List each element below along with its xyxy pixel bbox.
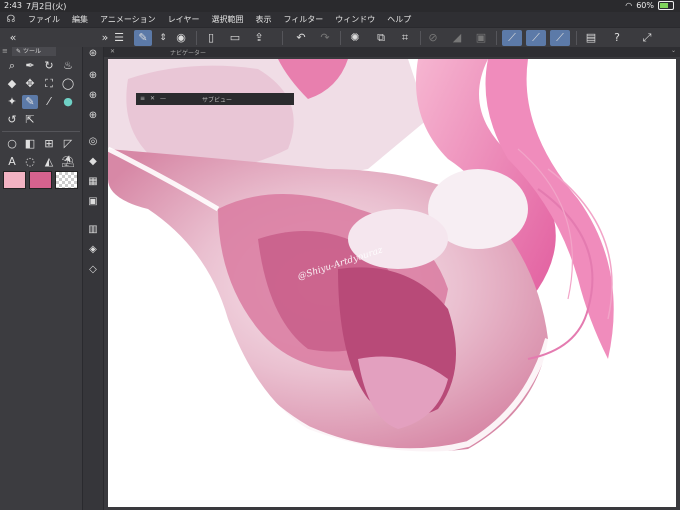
fill-bucket-icon[interactable]: ♨	[60, 59, 76, 73]
fullscreen-icon[interactable]: ⤢	[638, 30, 656, 46]
layers-icon[interactable]: ◇	[86, 263, 100, 277]
menu-selection[interactable]: 選択範囲	[205, 14, 249, 25]
transparent-color-swatch[interactable]	[55, 171, 78, 189]
gradient-icon[interactable]: ◧	[22, 137, 38, 151]
blend-icon[interactable]: ●	[60, 95, 76, 109]
crop-icon[interactable]: ▣	[472, 30, 490, 46]
eyedropper-icon[interactable]: ⁄	[41, 95, 57, 109]
battery-icon	[658, 1, 674, 10]
stroke-mode-1-icon[interactable]: ⟋	[502, 30, 522, 46]
menu-bar: ☊ ファイル 編集 アニメーション レイヤー 選択範囲 表示 フィルター ウィン…	[0, 12, 680, 27]
deselect-icon[interactable]: ⊘	[424, 30, 442, 46]
subview-minimize-icon[interactable]: —	[160, 95, 166, 102]
layer-search-icon[interactable]: ◈	[86, 243, 100, 257]
menu-animation[interactable]: アニメーション	[94, 14, 162, 25]
subview-panel[interactable]: ≡ ✕ — サブビュー	[136, 93, 294, 105]
main-color-swatch[interactable]	[3, 171, 26, 189]
menu-help[interactable]: ヘルプ	[381, 14, 417, 25]
paint-icon[interactable]: ◭	[41, 155, 57, 169]
subview-close-icon[interactable]: ✕	[150, 95, 155, 102]
frame-border-icon[interactable]: ⊞	[41, 137, 57, 151]
clear-icon[interactable]: ✺	[346, 30, 364, 46]
transform-icon[interactable]: ⌗	[396, 30, 414, 46]
command-bar: « » ☰ ✎ ⇕ ◉ ▯ ▭ ⇪ ↶ ↷ ✺ ⧉ ⌗ ⊘ ◢ ▣ ⟋ ⟋ ⟋ …	[0, 27, 680, 49]
color-set-icon[interactable]: ◆	[86, 155, 100, 169]
drawing-canvas[interactable]: @Shiyu-Artdyouraz	[108, 59, 676, 507]
intermediate-color-icon[interactable]: ▦	[86, 175, 100, 189]
operation-icon[interactable]: ⇱	[22, 113, 38, 127]
layer-property-icon[interactable]: ▥	[86, 223, 100, 237]
subview-tab-label[interactable]: サブビュー	[202, 95, 232, 104]
layer-copy-icon[interactable]: ⊕	[86, 89, 100, 103]
balloon-icon[interactable]: ◌	[22, 155, 38, 169]
navigator-tab-bar: ✕ ナビゲーター ⌄	[104, 47, 680, 57]
brush-tool-icon[interactable]: ✎	[22, 95, 38, 109]
artwork-illustration	[108, 59, 614, 455]
menu-view[interactable]: 表示	[249, 14, 277, 25]
subview-menu-icon[interactable]: ≡	[140, 95, 145, 102]
menu-edit[interactable]: 編集	[66, 14, 94, 25]
app-logo-icon[interactable]: ☊	[0, 14, 22, 25]
navigator-close-icon[interactable]: ✕	[110, 48, 115, 55]
select-area-icon[interactable]: ◢	[448, 30, 466, 46]
zoom-icon[interactable]: ⌕	[4, 59, 20, 73]
menu-layer[interactable]: レイヤー	[162, 14, 206, 25]
save-cloud-icon[interactable]: ⇪	[250, 30, 268, 46]
brush-tab-icon: ✎	[16, 48, 22, 55]
search-tool-icon[interactable]: ⊛	[86, 47, 100, 61]
sub-color-swatch[interactable]	[29, 171, 52, 189]
help-icon[interactable]: ?	[608, 30, 626, 46]
stroke-mode-2-icon[interactable]: ⟋	[526, 30, 546, 46]
stroke-mode-3-icon[interactable]: ⟋	[550, 30, 570, 46]
wifi-icon: ◠	[625, 1, 633, 10]
pen-icon[interactable]: ✒	[22, 59, 38, 73]
history-icon[interactable]: ▣	[86, 195, 100, 209]
tool-panel: ≡ ✎ ツール ⌕ ✒ ↻ ♨ ◆ ✥ ⛶ ◯ ✦ ✎ ⁄ ● ↺ ⇱ ○ ◧ …	[0, 47, 83, 510]
navigator-collapse-icon[interactable]: ⌄	[671, 47, 676, 54]
date: 7月2日(火)	[26, 2, 67, 11]
magic-wand-icon[interactable]: ✦	[4, 95, 20, 109]
layer-merge-icon[interactable]: ⊕	[86, 109, 100, 123]
ios-status-bar: 2:43 7月2日(火) ◠ 60%	[0, 0, 680, 12]
undo-icon[interactable]: ↶	[292, 30, 310, 46]
new-file-icon[interactable]: ▯	[202, 30, 220, 46]
eraser-icon[interactable]: ◆	[4, 77, 20, 91]
navigator-tab-label[interactable]: ナビゲーター	[170, 48, 206, 57]
hamburger-menu-icon[interactable]: ☰	[110, 30, 128, 46]
menu-file[interactable]: ファイル	[22, 14, 66, 25]
rotate-icon[interactable]: ↻	[41, 59, 57, 73]
device-icon[interactable]: ▤	[582, 30, 600, 46]
brush-stand-icon[interactable]: ⛱	[60, 155, 76, 169]
open-folder-icon[interactable]: ▭	[226, 30, 244, 46]
layer-add-icon[interactable]: ⊕	[86, 69, 100, 83]
figure-circle-icon[interactable]: ○	[4, 137, 20, 151]
menu-window[interactable]: ウィンドウ	[329, 14, 381, 25]
collapse-left-icon[interactable]: «	[4, 30, 22, 46]
ruler-icon[interactable]: ◸	[60, 137, 76, 151]
battery-percent: 60%	[636, 1, 654, 10]
status-right: ◠ 60%	[625, 1, 674, 10]
correction-icon[interactable]: ↺	[4, 113, 20, 127]
clock: 2:43	[4, 1, 22, 10]
color-wheel-icon[interactable]: ◎	[86, 135, 100, 149]
scroll-updown-icon[interactable]: ⇕	[154, 30, 172, 46]
object-icon[interactable]: ⛶	[41, 77, 57, 91]
quick-access-icon[interactable]: ✎	[134, 30, 152, 46]
panel-menu-icon[interactable]: ≡	[2, 47, 8, 55]
redo-icon[interactable]: ↷	[316, 30, 334, 46]
tool-tab[interactable]: ✎ ツール	[12, 47, 56, 56]
smart-smoothing-icon[interactable]: ◉	[172, 30, 190, 46]
tool-tab-label: ツール	[22, 48, 41, 55]
move-icon[interactable]: ✥	[22, 77, 38, 91]
lasso-icon[interactable]: ◯	[60, 77, 76, 91]
text-icon[interactable]: A	[4, 155, 20, 169]
sub-tool-column: ⊛ ⊕ ⊕ ⊕ ◎ ◆ ▦ ▣ ▥ ◈ ◇	[83, 47, 104, 510]
menu-filter[interactable]: フィルター	[277, 14, 329, 25]
fill-icon[interactable]: ⧉	[372, 30, 390, 46]
canvas-area[interactable]: @Shiyu-Artdyouraz	[104, 57, 680, 510]
